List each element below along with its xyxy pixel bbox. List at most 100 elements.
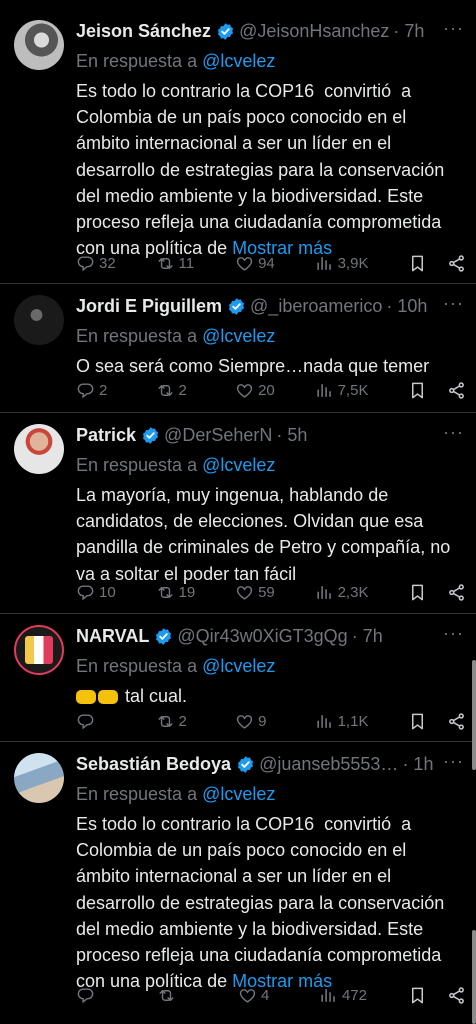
like-icon bbox=[235, 381, 254, 400]
reply-icon bbox=[76, 712, 95, 731]
timestamp[interactable]: · 10h bbox=[386, 296, 427, 317]
bookmark-icon bbox=[408, 381, 427, 400]
tweet-actions: 10 19 59 2,3K bbox=[76, 580, 466, 604]
mention-link[interactable]: @lcvelez bbox=[202, 455, 275, 475]
mention-link[interactable]: @lcvelez bbox=[202, 784, 275, 804]
tweet-body: La mayoría, muy ingenua, hablando de can… bbox=[76, 485, 456, 584]
reply-icon bbox=[76, 583, 95, 602]
views-button[interactable]: 472 bbox=[319, 986, 367, 1005]
repost-button[interactable]: 19 bbox=[156, 583, 196, 602]
share-button[interactable] bbox=[447, 583, 466, 602]
tweet-header: NARVAL @Qir43w0XiGT3gQg · 7h bbox=[76, 623, 464, 649]
more-icon[interactable]: ··· bbox=[436, 18, 464, 44]
repost-icon bbox=[156, 381, 175, 400]
reply-button[interactable] bbox=[76, 712, 116, 731]
mention-link[interactable]: @lcvelez bbox=[202, 656, 275, 676]
tweet[interactable]: NARVAL @Qir43w0XiGT3gQg · 7h ··· En resp… bbox=[0, 615, 476, 742]
tweet-body: O sea será como Siempre…nada que temer bbox=[76, 356, 430, 376]
avatar[interactable] bbox=[14, 20, 64, 70]
views-button[interactable]: 2,3K bbox=[315, 583, 368, 602]
share-button[interactable] bbox=[447, 986, 466, 1005]
share-button[interactable] bbox=[447, 381, 466, 400]
reply-label: En respuesta a bbox=[76, 455, 198, 475]
tweet-text: Es todo lo contrario la COP16 convirtió … bbox=[76, 811, 464, 994]
repost-button[interactable]: 11 bbox=[156, 254, 196, 273]
more-icon[interactable]: ··· bbox=[436, 623, 464, 649]
scrollbar-lower[interactable] bbox=[472, 930, 476, 1024]
tweet-header: Jeison Sánchez @JeisonHsanchez · 7h bbox=[76, 18, 464, 44]
reply-icon bbox=[76, 254, 95, 273]
reply-button[interactable]: 2 bbox=[76, 381, 116, 400]
tweet-actions: 2 9 1,1K bbox=[76, 709, 466, 733]
repost-button[interactable]: 2 bbox=[156, 712, 196, 731]
more-icon[interactable]: ··· bbox=[436, 751, 464, 777]
avatar[interactable] bbox=[14, 295, 64, 345]
tweet[interactable]: Jordi E Piguillem @_iberoamerico · 10h ·… bbox=[0, 285, 476, 413]
author-name[interactable]: Sebastián Bedoya bbox=[76, 754, 231, 775]
reply-button[interactable]: 32 bbox=[76, 254, 116, 273]
like-button[interactable]: 9 bbox=[235, 712, 275, 731]
like-button[interactable]: 20 bbox=[235, 381, 275, 400]
view-count: 3,9K bbox=[337, 254, 369, 272]
tweet-body: Es todo lo contrario la COP16 convirtió … bbox=[76, 81, 450, 259]
repost-button[interactable]: 2 bbox=[156, 381, 196, 400]
reply-button[interactable] bbox=[76, 986, 116, 1005]
verified-badge-icon bbox=[236, 755, 255, 774]
share-icon bbox=[447, 712, 466, 731]
more-icon[interactable]: ··· bbox=[436, 422, 464, 448]
verified-badge-icon bbox=[141, 426, 160, 445]
bookmark-button[interactable] bbox=[408, 254, 427, 273]
author-handle[interactable]: @_iberoamerico bbox=[250, 296, 382, 317]
like-button[interactable]: 59 bbox=[235, 583, 275, 602]
avatar[interactable] bbox=[14, 753, 64, 803]
mention-link[interactable]: @lcvelez bbox=[202, 326, 275, 346]
reply-icon bbox=[76, 986, 95, 1005]
views-button[interactable]: 7,5K bbox=[315, 381, 368, 400]
bookmark-button[interactable] bbox=[408, 583, 427, 602]
like-button[interactable]: 4 bbox=[238, 986, 278, 1005]
timestamp[interactable]: · 1h bbox=[402, 754, 433, 775]
share-icon bbox=[447, 381, 466, 400]
tweet-text: tal cual. bbox=[76, 683, 464, 709]
reply-label: En respuesta a bbox=[76, 656, 198, 676]
share-icon bbox=[447, 583, 466, 602]
author-name[interactable]: Patrick bbox=[76, 425, 136, 446]
timestamp[interactable]: · 7h bbox=[393, 21, 424, 42]
views-button[interactable]: 3,9K bbox=[315, 254, 369, 273]
share-icon bbox=[447, 254, 466, 273]
like-button[interactable]: 94 bbox=[235, 254, 275, 273]
author-handle[interactable]: @JeisonHsanchez bbox=[239, 21, 389, 42]
mention-link[interactable]: @lcvelez bbox=[202, 51, 275, 71]
avatar[interactable] bbox=[14, 625, 64, 675]
more-icon[interactable]: ··· bbox=[436, 293, 464, 319]
tweet[interactable]: Jeison Sánchez @JeisonHsanchez · 7h ··· … bbox=[0, 0, 476, 284]
bookmark-button[interactable] bbox=[408, 986, 427, 1005]
share-button[interactable] bbox=[447, 254, 466, 273]
reply-count: 32 bbox=[99, 254, 116, 272]
repost-icon bbox=[156, 712, 175, 731]
avatar[interactable] bbox=[14, 424, 64, 474]
timestamp[interactable]: · 7h bbox=[352, 626, 383, 647]
tweet-actions: 32 11 94 3,9K bbox=[76, 251, 466, 275]
scrollbar[interactable] bbox=[472, 660, 476, 770]
like-count: 4 bbox=[260, 986, 270, 1004]
reply-context: En respuesta a @lcvelez bbox=[76, 781, 464, 807]
author-name[interactable]: NARVAL bbox=[76, 626, 149, 647]
bookmark-button[interactable] bbox=[408, 712, 427, 731]
author-handle[interactable]: @juanseb5553… bbox=[259, 754, 398, 775]
author-name[interactable]: Jordi E Piguillem bbox=[76, 296, 222, 317]
tweet-text: O sea será como Siempre…nada que temer bbox=[76, 353, 464, 379]
repost-button[interactable] bbox=[157, 986, 197, 1005]
reply-button[interactable]: 10 bbox=[76, 583, 116, 602]
tweet[interactable]: Patrick @DerSeherN · 5h ··· En respuesta… bbox=[0, 414, 476, 614]
view-count: 472 bbox=[341, 986, 367, 1004]
author-handle[interactable]: @DerSeherN bbox=[164, 425, 272, 446]
author-handle[interactable]: @Qir43w0XiGT3gQg bbox=[177, 626, 347, 647]
timestamp[interactable]: · 5h bbox=[276, 425, 307, 446]
author-name[interactable]: Jeison Sánchez bbox=[76, 21, 211, 42]
like-count: 59 bbox=[258, 583, 275, 601]
views-button[interactable]: 1,1K bbox=[315, 712, 368, 731]
bookmark-button[interactable] bbox=[408, 381, 427, 400]
share-button[interactable] bbox=[447, 712, 466, 731]
tweet[interactable]: Sebastián Bedoya @juanseb5553… · 1h ··· … bbox=[0, 743, 476, 1024]
